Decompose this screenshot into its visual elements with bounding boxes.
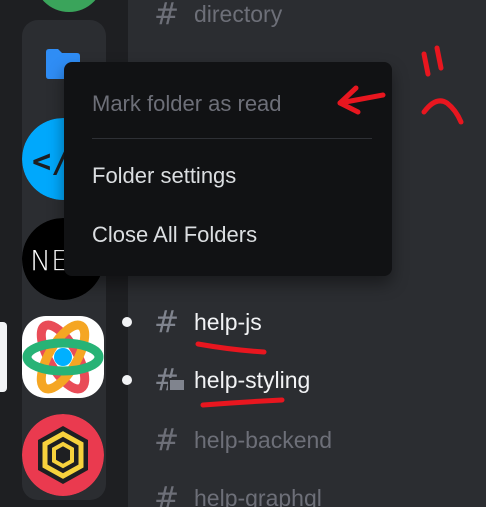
menu-divider <box>92 138 372 139</box>
folder-settings-item[interactable]: Folder settings <box>92 156 236 196</box>
hash-icon: # <box>154 480 180 507</box>
channel-help-js[interactable]: # help-js <box>122 302 262 342</box>
discord-app: </ NE # directory # help-js # help-styli… <box>0 0 486 507</box>
channel-name: help-backend <box>194 426 333 453</box>
server-icon-hexagon[interactable] <box>22 414 104 496</box>
hash-icon: # <box>154 0 180 32</box>
channel-name: help-styling <box>194 366 311 393</box>
server-icon-react[interactable] <box>22 316 104 398</box>
channel-help-backend[interactable]: # help-backend <box>154 420 332 460</box>
channel-help-graphql[interactable]: # help-graphql <box>154 478 322 507</box>
unread-dot-icon <box>122 317 132 327</box>
channel-directory[interactable]: # directory <box>154 0 282 34</box>
hash-thread-icon: # <box>154 363 194 398</box>
channel-name: help-graphql <box>194 484 322 507</box>
mark-folder-read-item[interactable]: Mark folder as read <box>92 84 282 124</box>
selected-server-indicator <box>0 322 7 392</box>
hash-icon: # <box>154 422 180 458</box>
close-all-folders-item[interactable]: Close All Folders <box>92 215 257 255</box>
channel-help-styling[interactable]: # help-styling <box>122 360 311 400</box>
channel-name: help-js <box>194 308 262 335</box>
unread-dot-icon <box>122 375 132 385</box>
hash-icon: # <box>154 304 180 340</box>
server-icon-green[interactable] <box>34 0 104 12</box>
svg-text:NE: NE <box>30 244 69 277</box>
channel-name: directory <box>194 0 283 27</box>
folder-context-menu: Mark folder as read Folder settings Clos… <box>64 62 392 276</box>
